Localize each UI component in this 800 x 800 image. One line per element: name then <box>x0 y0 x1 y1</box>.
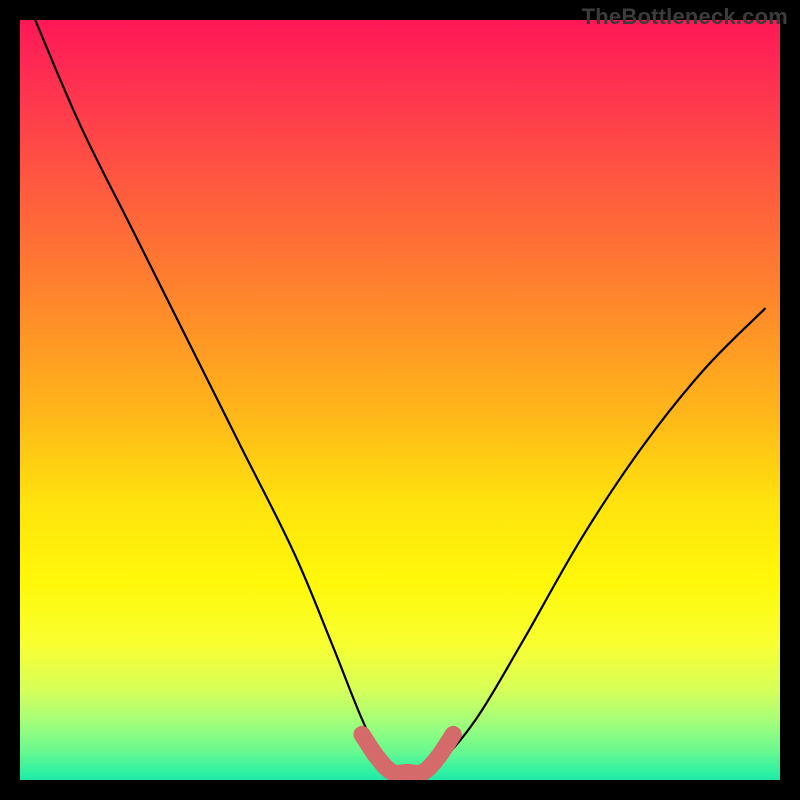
plot-area <box>20 20 780 780</box>
chart-frame: TheBottleneck.com <box>0 0 800 800</box>
curve-overlay <box>20 20 780 780</box>
watermark-text: TheBottleneck.com <box>582 4 788 30</box>
bottleneck-curve-path <box>35 20 765 773</box>
sweet-spot-band-path <box>362 734 453 773</box>
